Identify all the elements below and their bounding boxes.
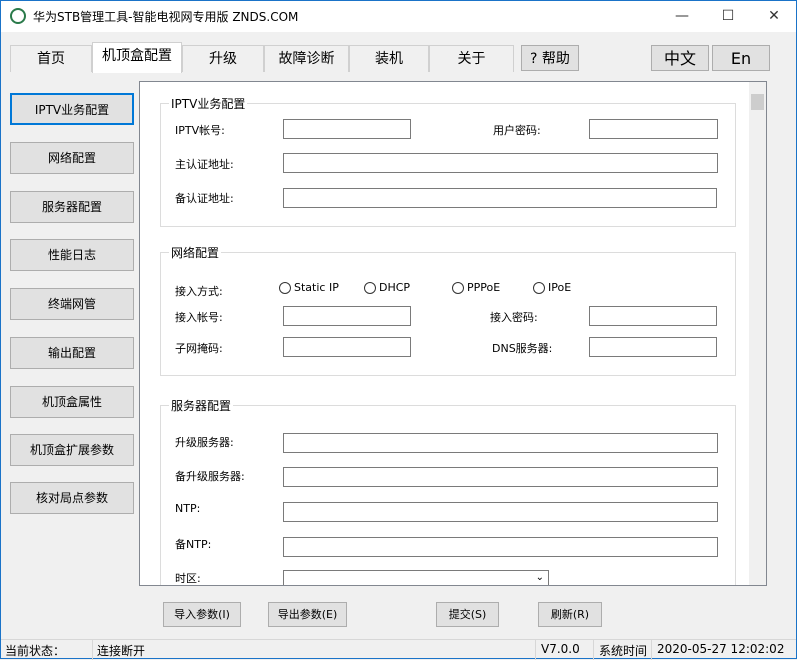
timezone-label: 时区: [175,572,201,585]
iptv-account-label: IPTV帐号: [175,124,225,137]
network-group-title: 网络配置 [169,244,222,261]
network-group: 网络配置 接入方式: Static IP DHCP PPPoE IPoE 接入帐… [160,244,736,376]
status-label: 当前状态： [5,644,66,658]
access-mode-label: 接入方式: [175,285,223,298]
radio-label: IPoE [548,281,572,294]
status-bar: 当前状态： 连接断开 V7.0.0 系统时间 2020-05-27 12:02:… [1,639,796,660]
sidebar-stb-props[interactable]: 机顶盒属性 [10,386,134,418]
subnet-mask-label: 子网掩码: [175,342,223,355]
server-group-title: 服务器配置 [169,397,234,414]
scrollbar[interactable] [749,82,766,585]
ntp-label: NTP: [175,502,201,515]
sidebar-iptv[interactable]: IPTV业务配置 [10,93,134,125]
radio-label: PPPoE [467,281,501,294]
dns-input[interactable] [589,337,717,357]
sidebar-network[interactable]: 网络配置 [10,142,134,174]
subnet-mask-input[interactable] [283,337,411,357]
scroll-thumb[interactable] [751,94,764,110]
chevron-down-icon: ⌄ [535,572,544,583]
refresh-button[interactable]: 刷新(R) [538,602,602,627]
backup-ntp-label: 备NTP: [175,538,212,551]
window-title: 华为STB管理工具-智能电视网专用版 ZNDS.COM [33,10,299,24]
radio-pppoe[interactable]: PPPoE [452,281,500,294]
status-value: 连接断开 [97,644,146,658]
access-account-label: 接入帐号: [175,311,223,324]
import-button[interactable]: 导入参数(I) [163,602,241,627]
app-icon [10,8,26,24]
backup-upgrade-input[interactable] [283,467,718,487]
maximize-button[interactable]: ☐ [705,1,751,32]
config-panel: IPTV业务配置 IPTV帐号: 用户密码: 主认证地址: 备认证地址: 网络配… [139,81,767,586]
iptv-group-title: IPTV业务配置 [169,95,248,112]
upgrade-server-label: 升级服务器: [175,436,234,449]
tab-home[interactable]: 首页 [10,45,92,72]
sidebar-output[interactable]: 输出配置 [10,337,134,369]
tab-about[interactable]: 关于 [429,45,514,72]
help-button[interactable]: ? 帮助 [521,45,579,71]
submit-button[interactable]: 提交(S) [436,602,499,627]
radio-label: Static IP [294,281,339,294]
sidebar-stb-ext[interactable]: 机顶盒扩展参数 [10,434,134,466]
system-time-label: 系统时间 [599,644,648,658]
tab-install[interactable]: 装机 [349,45,429,72]
english-button[interactable]: En [712,45,770,71]
radio-label: DHCP [379,281,411,294]
access-password-label: 接入密码: [490,311,538,324]
backup-upgrade-label: 备升级服务器: [175,470,245,483]
sidebar-server[interactable]: 服务器配置 [10,191,134,223]
main-auth-label: 主认证地址: [175,158,234,171]
iptv-password-input[interactable] [589,119,718,139]
sidebar-perf-log[interactable]: 性能日志 [10,239,134,271]
iptv-password-label: 用户密码: [493,124,541,137]
backup-auth-input[interactable] [283,188,717,208]
radio-ipoe[interactable]: IPoE [533,281,571,294]
iptv-group: IPTV业务配置 IPTV帐号: 用户密码: 主认证地址: 备认证地址: [160,95,736,227]
main-auth-input[interactable] [283,153,718,173]
access-account-input[interactable] [283,306,411,326]
server-group: 服务器配置 升级服务器: 备升级服务器: NTP: 备NTP: 时区: ⌄ [160,397,736,585]
radio-dhcp[interactable]: DHCP [364,281,410,294]
close-button[interactable]: ✕ [751,1,797,32]
version-label: V7.0.0 [541,642,580,656]
iptv-account-input[interactable] [283,119,411,139]
tab-diagnosis[interactable]: 故障诊断 [264,45,349,72]
system-time-value: 2020-05-27 12:02:02 [657,642,785,656]
sidebar-check-params[interactable]: 核对局点参数 [10,482,134,514]
upgrade-server-input[interactable] [283,433,718,453]
tab-stb-config[interactable]: 机顶盒配置 [92,42,182,73]
dns-label: DNS服务器: [492,342,553,355]
ntp-input[interactable] [283,502,718,522]
backup-ntp-input[interactable] [283,537,718,557]
title-bar: 华为STB管理工具-智能电视网专用版 ZNDS.COM — ☐ ✕ [1,1,796,32]
export-button[interactable]: 导出参数(E) [268,602,347,627]
radio-static-ip[interactable]: Static IP [279,281,339,294]
access-password-input[interactable] [589,306,717,326]
backup-auth-label: 备认证地址: [175,192,234,205]
minimize-button[interactable]: — [659,1,705,32]
tab-upgrade[interactable]: 升级 [182,45,264,72]
timezone-select[interactable]: ⌄ [283,570,549,585]
chinese-button[interactable]: 中文 [651,45,709,71]
sidebar-terminal[interactable]: 终端网管 [10,288,134,320]
